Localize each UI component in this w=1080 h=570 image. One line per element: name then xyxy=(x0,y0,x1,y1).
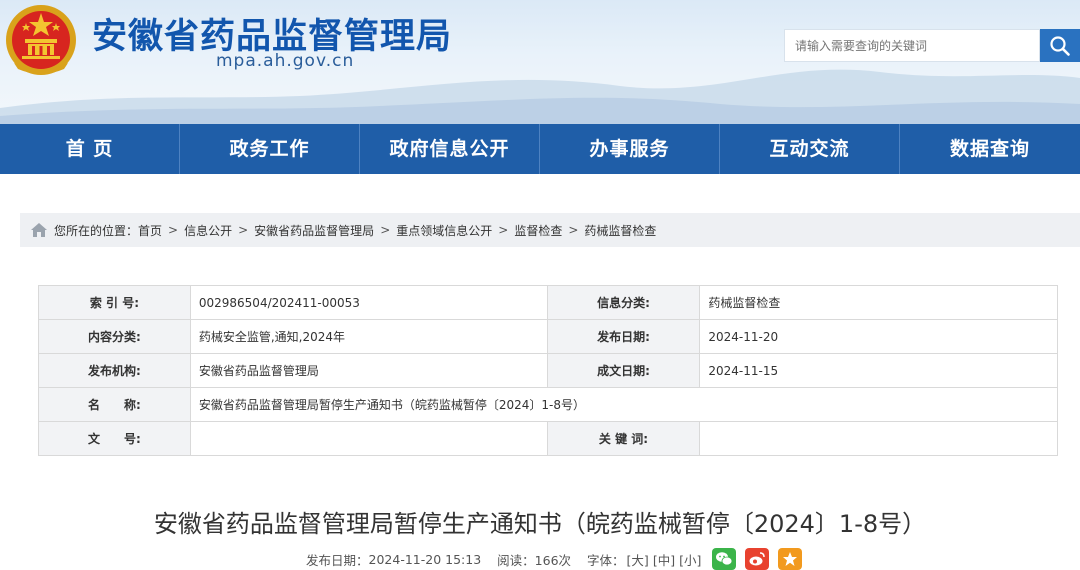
article-meta: 发布日期： 2024-11-20 15:13 阅读： 166次 字体： [大] … xyxy=(306,548,803,570)
breadcrumb-info-disclosure[interactable]: 信息公开 xyxy=(184,222,232,239)
share-wechat-button[interactable] xyxy=(712,548,737,570)
table-row: 名 称: 安徽省药品监督管理局暂停生产通知书（皖药监械暂停〔2024〕1-8号） xyxy=(38,387,1059,422)
font-size-label: 字体： xyxy=(587,552,625,568)
search-input[interactable] xyxy=(784,29,1040,62)
document-number-label: 文 号: xyxy=(38,421,191,456)
table-row: 发布机构: 安徽省药品监督管理局 成文日期: 2024-11-15 xyxy=(38,353,1058,388)
nav-government-affairs[interactable]: 政务工作 xyxy=(180,124,360,174)
star-icon xyxy=(783,552,798,566)
content-category-value: 药械安全监管,通知,2024年 xyxy=(189,319,548,354)
favorite-button[interactable] xyxy=(778,548,803,570)
publish-date-value: 2024-11-20 xyxy=(699,319,1058,354)
info-category-label: 信息分类: xyxy=(546,285,701,320)
font-size-medium-button[interactable]: [中] xyxy=(653,550,675,569)
breadcrumb-separator: > xyxy=(238,223,249,237)
keywords-label: 关 键 词: xyxy=(546,421,701,456)
index-number-label: 索 引 号: xyxy=(38,285,191,320)
share-weibo-button[interactable] xyxy=(745,548,770,570)
font-size-large-button[interactable]: [大] xyxy=(627,550,649,569)
document-name-label: 名 称: xyxy=(38,387,191,422)
site-domain: mpa.ah.gov.cn xyxy=(216,51,355,71)
document-number-value xyxy=(189,421,548,456)
wechat-icon xyxy=(716,552,733,566)
publish-time: 2024-11-20 15:13 xyxy=(368,551,482,567)
site-header: 安徽省药品监督管理局 mpa.ah.gov.cn xyxy=(0,0,1080,124)
index-number-value: 002986504/202411-00053 xyxy=(189,285,548,320)
breadcrumb-prefix: 您所在的位置： xyxy=(54,223,139,238)
font-size-small-button[interactable]: [小] xyxy=(679,550,701,569)
breadcrumb-separator: > xyxy=(498,223,509,237)
table-row: 索 引 号: 002986504/202411-00053 信息分类: 药械监督… xyxy=(38,285,1058,320)
written-date-value: 2024-11-15 xyxy=(699,353,1058,388)
keywords-value xyxy=(699,421,1058,456)
publish-date-label: 发布日期: xyxy=(546,319,701,354)
document-info-table: 索 引 号: 002986504/202411-00053 信息分类: 药械监督… xyxy=(38,285,1059,456)
nav-home[interactable]: 首 页 xyxy=(0,124,180,174)
nav-information-disclosure[interactable]: 政府信息公开 xyxy=(360,124,540,174)
publisher-value: 安徽省药品监督管理局 xyxy=(189,353,548,388)
breadcrumb-bureau[interactable]: 安徽省药品监督管理局 xyxy=(254,222,374,239)
breadcrumb-separator: > xyxy=(568,223,579,237)
national-emblem-icon xyxy=(6,5,76,75)
info-category-value: 药械监督检查 xyxy=(699,285,1058,320)
search-icon xyxy=(1050,35,1070,56)
breadcrumb-separator: > xyxy=(168,223,179,237)
breadcrumb-device-inspection[interactable]: 药械监督检查 xyxy=(584,222,656,239)
views-label: 阅读： xyxy=(497,552,535,568)
breadcrumb-key-areas[interactable]: 重点领域信息公开 xyxy=(396,222,492,239)
views-count: 166次 xyxy=(534,552,572,568)
breadcrumb: 您所在的位置： 首页 > 信息公开 > 安徽省药品监督管理局 > 重点领域信息公… xyxy=(20,213,1080,247)
home-icon xyxy=(31,223,47,237)
article-title: 安徽省药品监督管理局暂停生产通知书（皖药监械暂停〔2024〕1-8号） xyxy=(153,510,927,538)
breadcrumb-supervision[interactable]: 监督检查 xyxy=(514,222,562,239)
nav-interaction[interactable]: 互动交流 xyxy=(720,124,900,174)
breadcrumb-home[interactable]: 首页 xyxy=(138,222,162,239)
table-row: 内容分类: 药械安全监管,通知,2024年 发布日期: 2024-11-20 xyxy=(38,319,1058,354)
breadcrumb-separator: > xyxy=(380,223,391,237)
publisher-label: 发布机构: xyxy=(38,353,191,388)
publish-time-label: 发布日期： xyxy=(306,552,369,568)
main-nav: 首 页 政务工作 政府信息公开 办事服务 互动交流 数据查询 xyxy=(0,124,1080,174)
document-name-value: 安徽省药品监督管理局暂停生产通知书（皖药监械暂停〔2024〕1-8号） xyxy=(189,387,1059,422)
weibo-icon xyxy=(749,552,766,566)
table-row: 文 号: 关 键 词: xyxy=(38,421,1058,456)
search-button[interactable] xyxy=(1040,29,1080,62)
nav-data-query[interactable]: 数据查询 xyxy=(900,124,1080,174)
content-category-label: 内容分类: xyxy=(38,319,191,354)
written-date-label: 成文日期: xyxy=(546,353,701,388)
nav-services[interactable]: 办事服务 xyxy=(540,124,720,174)
